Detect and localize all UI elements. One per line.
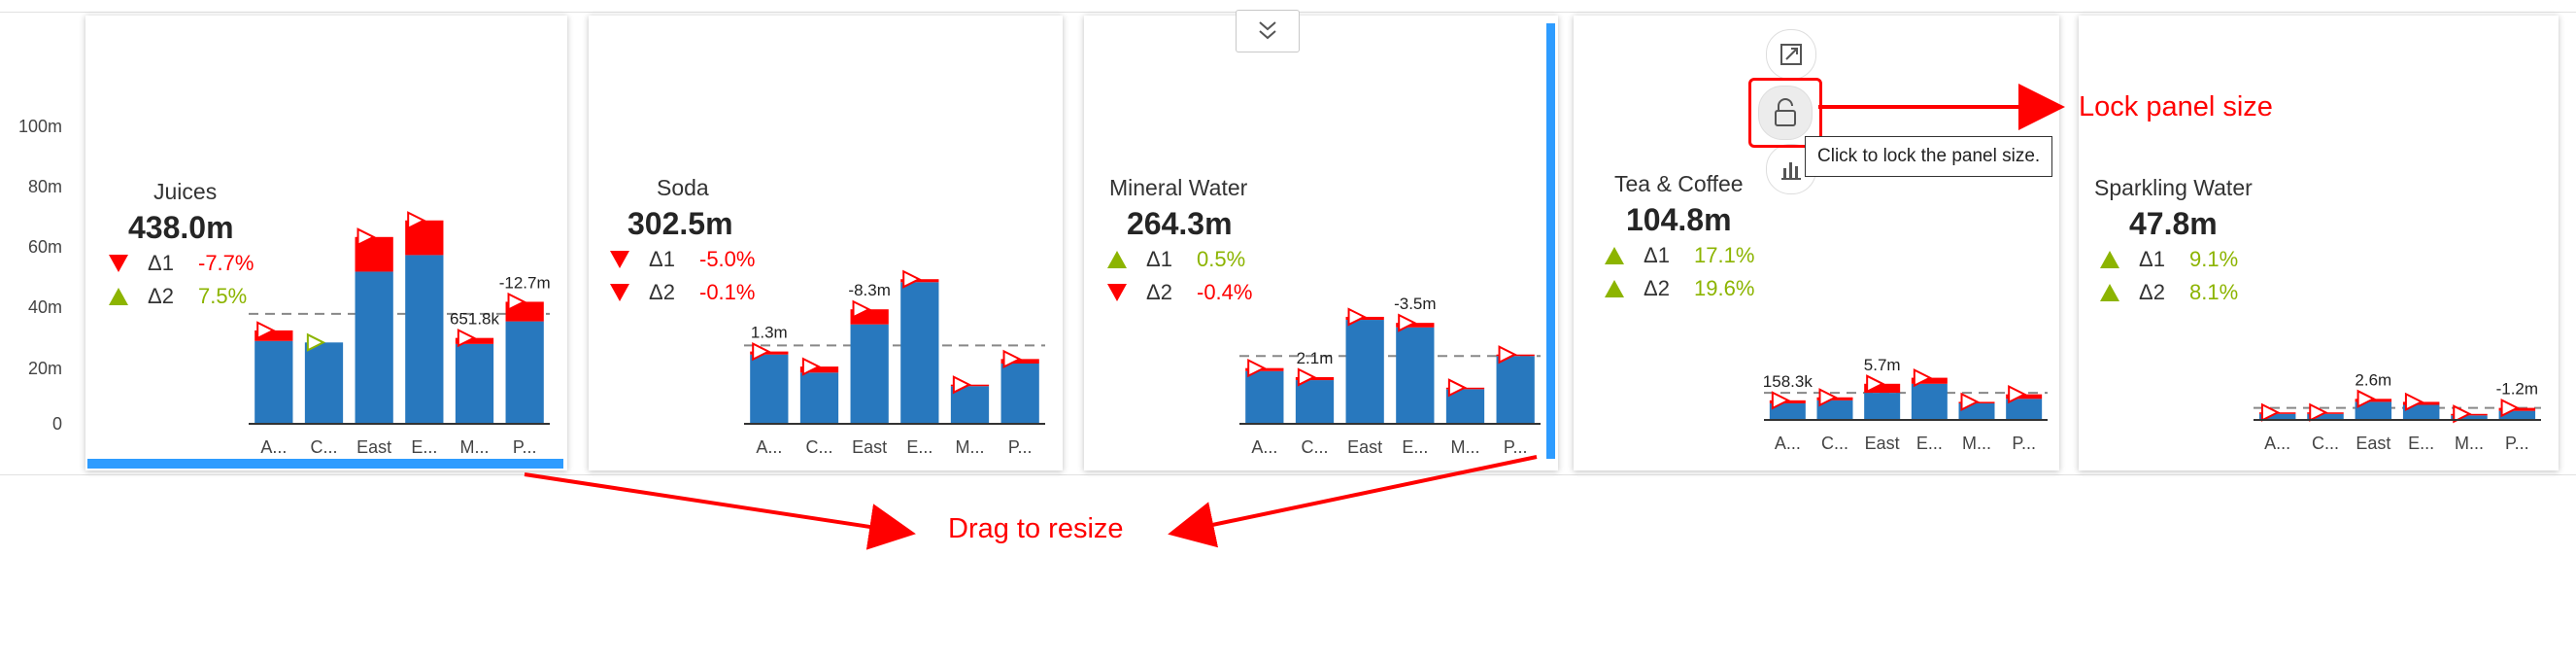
drag-annotation-label: Drag to resize xyxy=(948,513,1124,544)
drag-arrow-left xyxy=(524,472,916,550)
lock-annotation-label: Lock panel size xyxy=(2079,91,2273,122)
drag-arrow-right xyxy=(1168,455,1538,548)
